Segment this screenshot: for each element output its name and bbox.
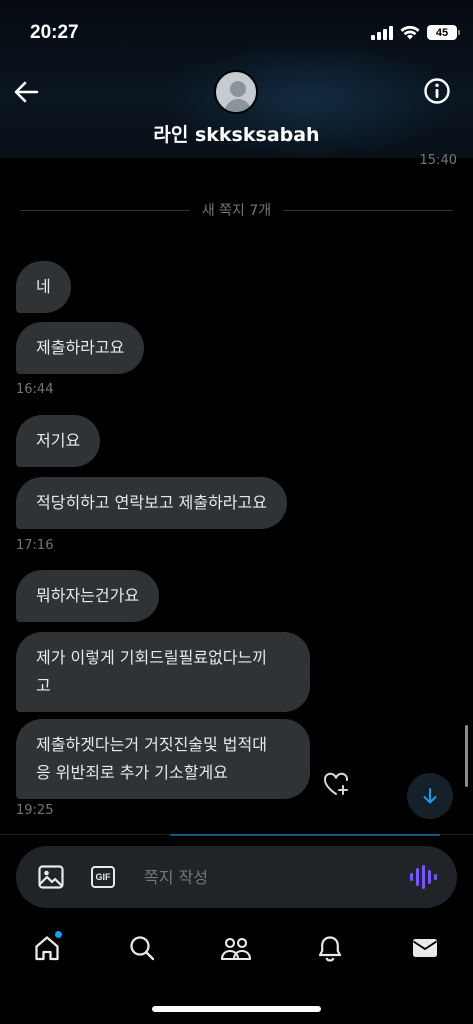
search-icon[interactable] xyxy=(126,932,158,964)
add-reaction-icon[interactable] xyxy=(322,770,350,798)
status-icons: 45 xyxy=(371,25,460,40)
message-composer: GIF xyxy=(16,846,457,908)
message-bubble[interactable]: 적당히하고 연락보고 제출하라고요 xyxy=(16,477,287,529)
message-bubble[interactable]: 네 xyxy=(16,261,71,313)
divider-line xyxy=(20,209,190,211)
message-time: 16:44 xyxy=(16,382,54,397)
voice-message-icon[interactable] xyxy=(409,864,437,890)
avatar[interactable] xyxy=(214,70,258,114)
image-icon[interactable] xyxy=(38,865,64,889)
message-input[interactable] xyxy=(144,864,394,890)
info-icon[interactable] xyxy=(423,77,451,105)
message-bubble[interactable]: 저기요 xyxy=(16,415,101,467)
communities-icon[interactable] xyxy=(220,932,252,964)
notifications-icon[interactable] xyxy=(314,932,346,964)
message-bubble[interactable]: 제출하겟다는거 거짓진술및 법적대 응 위반죄로 추가 기소할게요 xyxy=(16,719,310,799)
battery-icon: 45 xyxy=(427,25,460,40)
message-bubble[interactable]: 제출하라고요 xyxy=(16,322,145,374)
message-time: 17:16 xyxy=(16,538,54,553)
arrow-down-icon xyxy=(423,788,437,804)
message-line: 제출하겟다는거 거짓진술및 법적대 xyxy=(36,735,267,754)
notification-dot xyxy=(55,931,62,938)
scrollbar[interactable] xyxy=(465,725,468,787)
gif-button[interactable]: GIF xyxy=(91,866,115,888)
message-line: 제가 이렇게 기회드릴필료없다느끼 xyxy=(36,648,267,667)
message-time: 15:40 xyxy=(419,153,457,168)
message-line: 고 xyxy=(36,676,51,695)
wifi-icon xyxy=(400,25,420,40)
divider-line xyxy=(283,209,454,211)
signal-icon xyxy=(371,25,393,40)
status-bar: 20:27 45 xyxy=(0,0,473,64)
home-indicator[interactable] xyxy=(152,1006,321,1012)
new-messages-divider: 새 쪽지 7개 xyxy=(20,200,454,220)
message-bubble[interactable]: 제가 이렇게 기회드릴필료없다느끼 고 xyxy=(16,632,310,712)
message-time: 19:25 xyxy=(16,803,54,818)
messages-icon[interactable] xyxy=(409,932,441,964)
status-time: 20:27 xyxy=(30,22,79,43)
back-arrow-icon[interactable] xyxy=(12,78,40,106)
scroll-down-button[interactable] xyxy=(407,773,453,819)
composer-highlight-line xyxy=(170,834,440,836)
message-bubble[interactable]: 뭐하자는건가요 xyxy=(16,570,160,622)
contact-name[interactable]: 라인 skksksabah xyxy=(0,120,473,147)
bottom-tab-bar xyxy=(0,922,473,978)
message-line: 응 위반죄로 추가 기소할게요 xyxy=(36,763,228,782)
new-messages-label: 새 쪽지 7개 xyxy=(201,203,272,219)
